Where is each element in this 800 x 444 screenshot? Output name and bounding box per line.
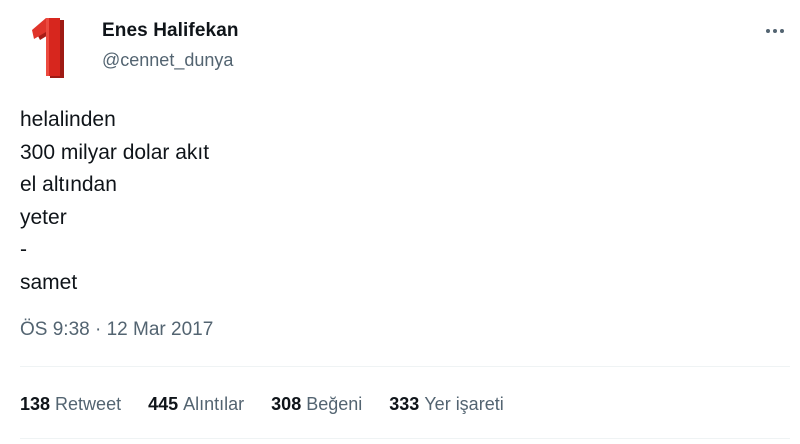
stat-retweets[interactable]: 138 Retweet <box>20 394 121 415</box>
stat-label: Alıntılar <box>183 394 245 414</box>
meta-separator: · <box>95 319 102 340</box>
tweet-line: yeter <box>20 205 67 229</box>
tweet-time: ÖS 9:38 <box>20 319 90 340</box>
stat-quotes[interactable]: 445 Alıntılar <box>148 394 244 415</box>
tweet-line: samet <box>20 270 78 294</box>
tweet-line: helalinden <box>20 108 116 131</box>
author-display-name[interactable]: Enes Halifekan <box>102 20 239 42</box>
tweet-text: helalinden 300 milyar dolar akıt el altı… <box>20 104 209 299</box>
stat-bookmarks[interactable]: 333 Yer işareti <box>389 394 503 415</box>
stat-label: Retweet <box>55 394 122 414</box>
red-number-one-icon <box>32 18 64 78</box>
author-handle[interactable]: @cennet_dunya <box>102 50 233 71</box>
stat-value: 333 <box>389 394 420 414</box>
tweet-line: el altından <box>20 173 117 196</box>
stat-value: 138 <box>20 394 51 414</box>
stat-likes[interactable]: 308 Beğeni <box>271 394 362 415</box>
avatar[interactable] <box>22 14 84 80</box>
tweet-line: 300 milyar dolar akıt <box>20 140 210 164</box>
tweet-line: - <box>20 238 27 261</box>
engagement-stats: 138 Retweet 445 Alıntılar 308 Beğeni 333 Yer… <box>20 394 531 415</box>
divider <box>20 438 790 439</box>
more-options-button[interactable] <box>760 20 790 42</box>
stat-label: Beğeni <box>306 394 363 414</box>
tweet-card: Enes Halifekan @cennet_dunya helalinden … <box>0 0 800 444</box>
divider <box>20 366 790 367</box>
tweet-date: 12 Mar 2017 <box>106 319 214 340</box>
stat-label: Yer işareti <box>424 394 504 414</box>
more-horizontal-icon <box>766 29 784 33</box>
stat-value: 308 <box>271 394 302 414</box>
stat-value: 445 <box>148 394 179 414</box>
tweet-timestamp[interactable]: ÖS 9:38 · 12 Mar 2017 <box>20 319 213 341</box>
